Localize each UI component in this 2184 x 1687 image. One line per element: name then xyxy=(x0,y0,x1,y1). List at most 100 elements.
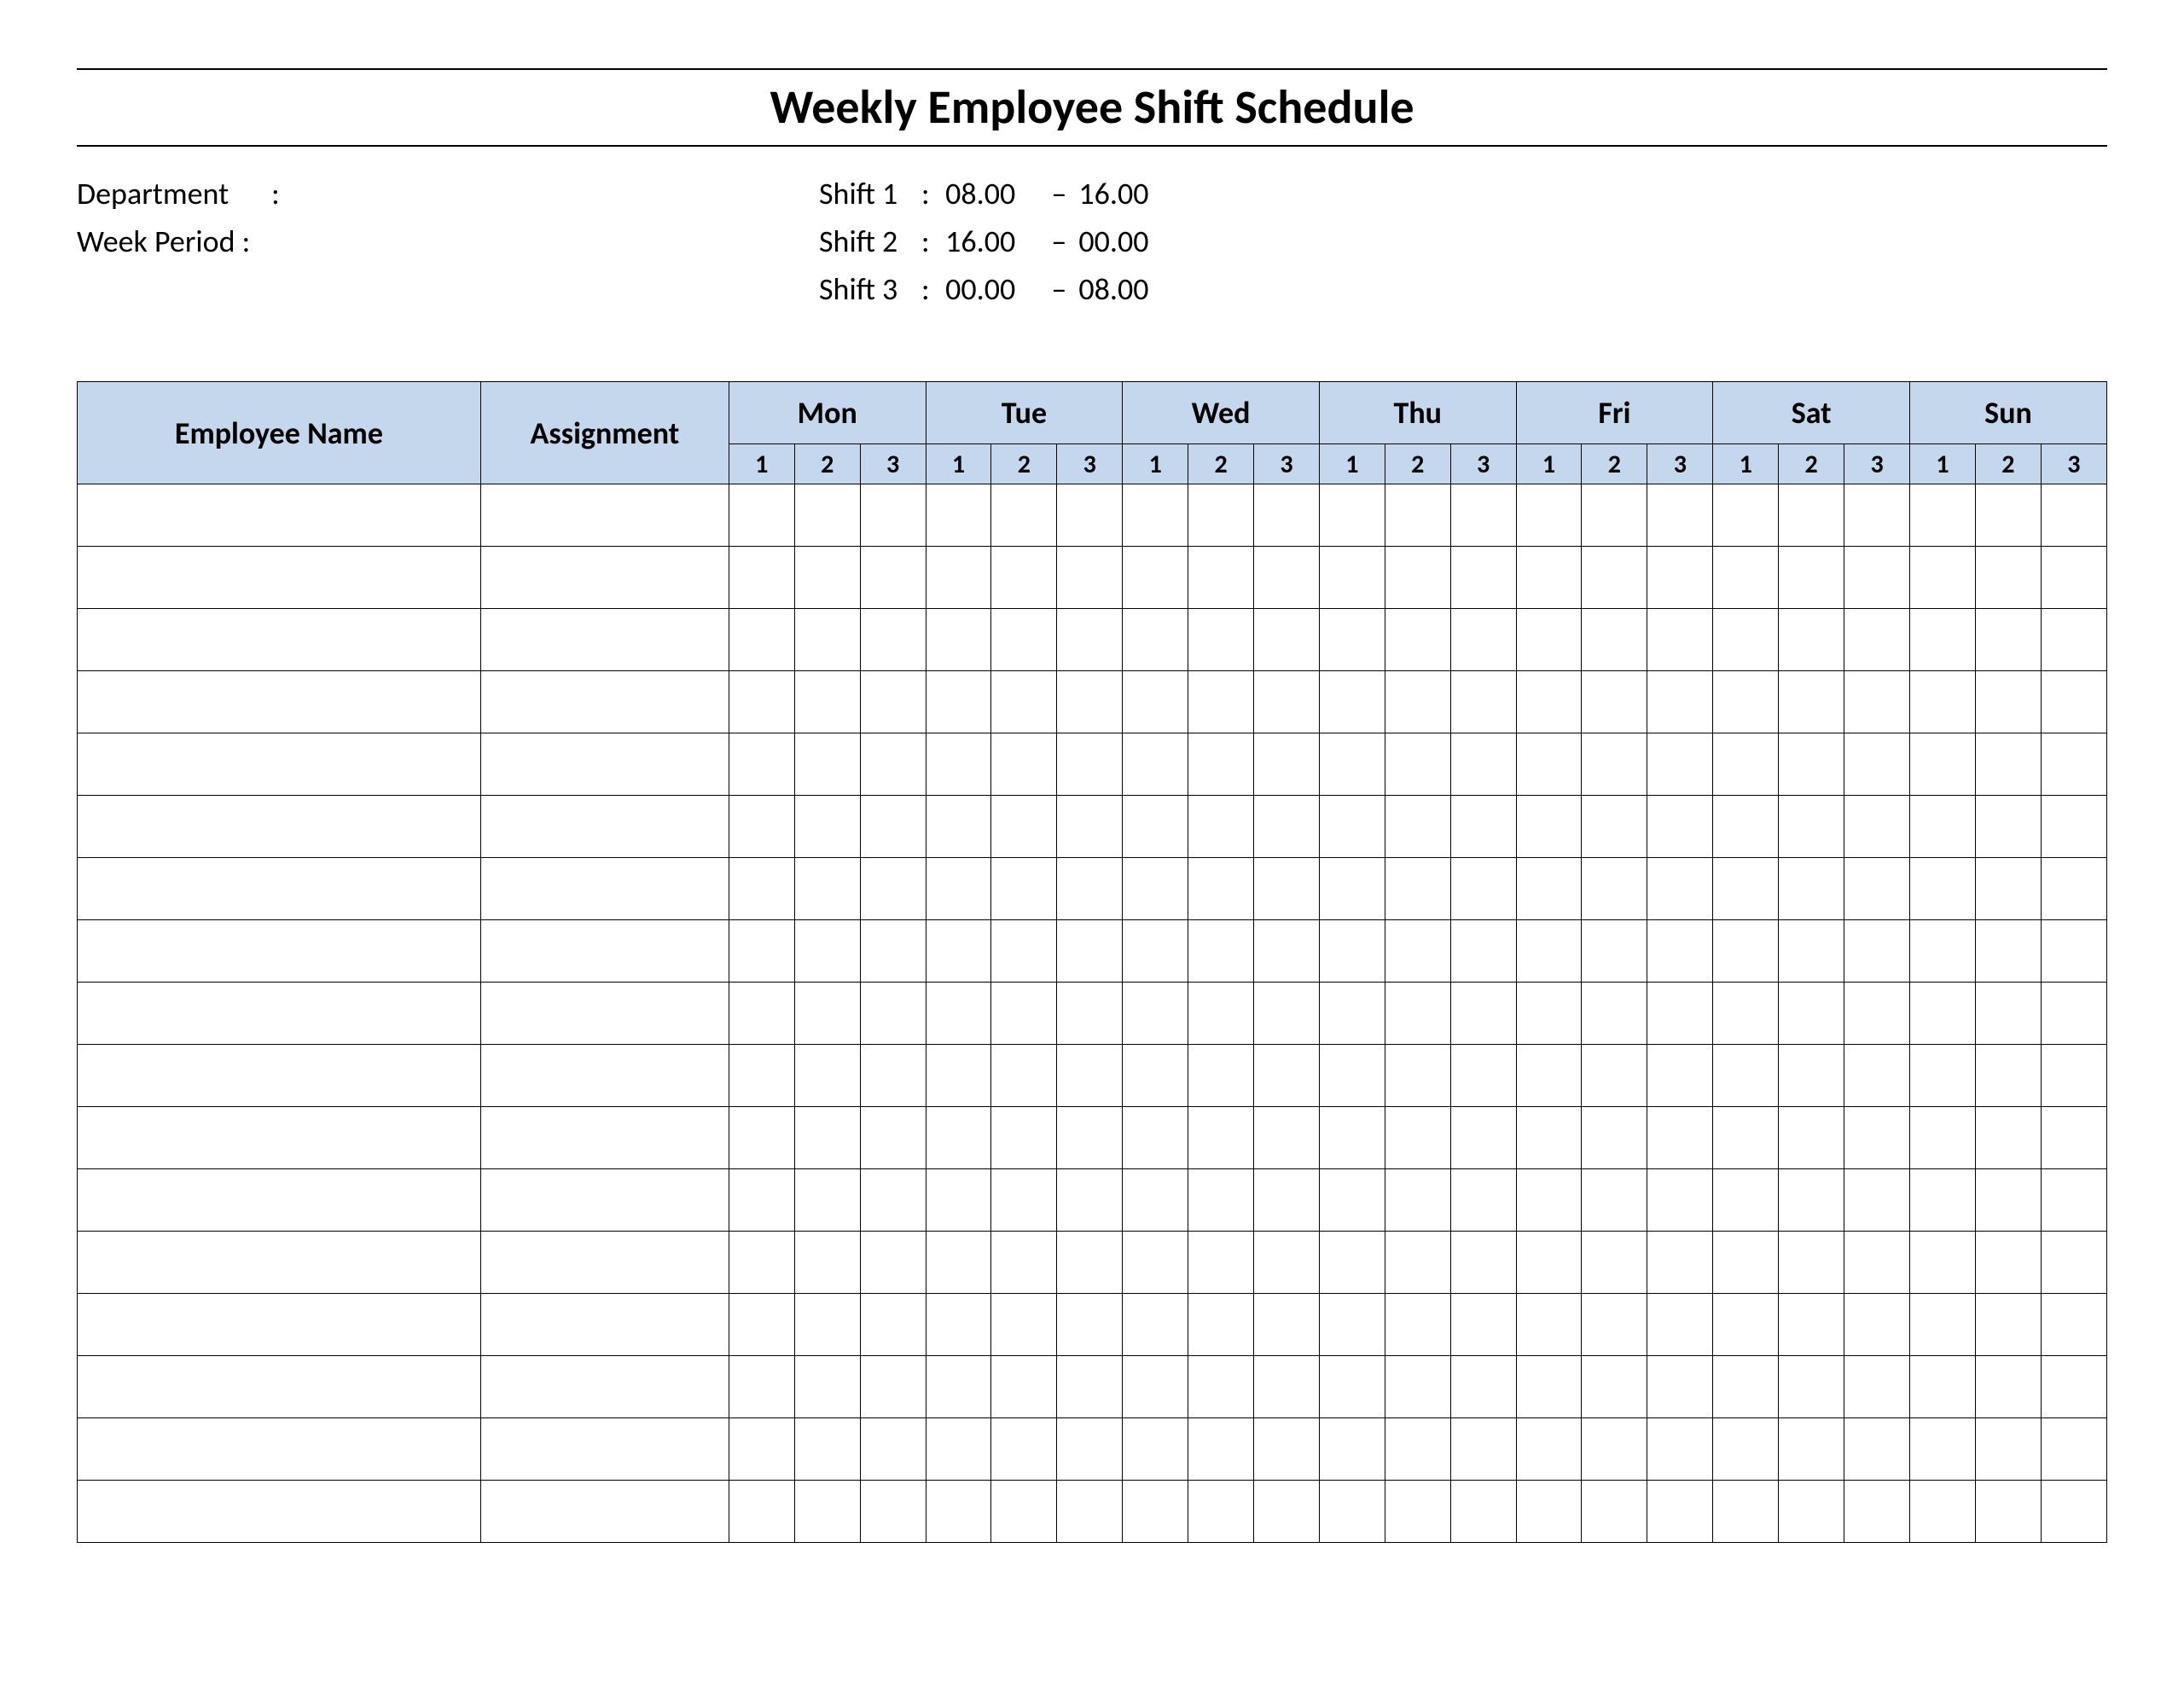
cell-shift xyxy=(1975,609,2041,671)
cell-shift xyxy=(1254,1169,1320,1232)
cell-shift xyxy=(1647,733,1713,796)
cell-shift xyxy=(1647,983,1713,1045)
cell-shift xyxy=(794,1045,860,1107)
cell-shift xyxy=(729,983,794,1045)
cell-shift xyxy=(860,609,926,671)
cell-shift xyxy=(1188,547,1254,609)
cell-shift xyxy=(991,1418,1057,1481)
cell-employee-name xyxy=(78,1169,481,1232)
cell-shift xyxy=(1647,1481,1713,1543)
cell-shift xyxy=(1385,484,1450,547)
cell-shift xyxy=(1582,920,1647,983)
cell-shift xyxy=(1910,858,1976,920)
cell-shift xyxy=(1844,733,1910,796)
cell-shift xyxy=(991,796,1057,858)
cell-shift xyxy=(1975,1232,2041,1294)
cell-assignment xyxy=(480,1169,729,1232)
cell-shift xyxy=(1123,1169,1188,1232)
cell-shift xyxy=(1123,858,1188,920)
cell-shift xyxy=(1319,484,1385,547)
cell-shift xyxy=(1123,1294,1188,1356)
shift-3-label: Shift 3 xyxy=(819,266,921,314)
cell-shift xyxy=(2041,858,2106,920)
cell-shift xyxy=(1516,1294,1582,1356)
cell-shift xyxy=(926,484,991,547)
cell-shift xyxy=(860,671,926,733)
cell-shift xyxy=(729,858,794,920)
cell-shift xyxy=(1779,1294,1844,1356)
cell-shift xyxy=(926,983,991,1045)
cell-shift xyxy=(1647,1356,1713,1418)
cell-shift xyxy=(2041,1107,2106,1169)
cell-shift xyxy=(1385,1481,1450,1543)
cell-shift xyxy=(1779,484,1844,547)
header-shift-number: 3 xyxy=(1254,444,1320,484)
cell-shift xyxy=(729,920,794,983)
cell-assignment xyxy=(480,1232,729,1294)
cell-shift xyxy=(1975,1045,2041,1107)
cell-shift xyxy=(1123,609,1188,671)
table-row xyxy=(78,671,2107,733)
cell-shift xyxy=(1779,1107,1844,1169)
cell-shift xyxy=(991,1356,1057,1418)
cell-shift xyxy=(1844,1294,1910,1356)
cell-shift xyxy=(1582,1418,1647,1481)
table-row xyxy=(78,1045,2107,1107)
cell-shift xyxy=(1647,547,1713,609)
cell-shift xyxy=(1975,1481,2041,1543)
cell-shift xyxy=(926,1481,991,1543)
cell-shift xyxy=(1254,1418,1320,1481)
cell-assignment xyxy=(480,1045,729,1107)
cell-shift xyxy=(2041,733,2106,796)
cell-shift xyxy=(1975,733,2041,796)
cell-shift xyxy=(926,547,991,609)
cell-employee-name xyxy=(78,609,481,671)
cell-shift xyxy=(1385,1356,1450,1418)
cell-shift xyxy=(1188,484,1254,547)
cell-shift xyxy=(1582,1232,1647,1294)
shift-3-end: 08.00 xyxy=(1078,266,1164,314)
cell-shift xyxy=(1385,733,1450,796)
header-shift-number: 3 xyxy=(860,444,926,484)
cell-shift xyxy=(1254,733,1320,796)
cell-assignment xyxy=(480,671,729,733)
shift-2-end: 00.00 xyxy=(1078,218,1164,266)
header-shift-number: 1 xyxy=(729,444,794,484)
cell-shift xyxy=(1844,609,1910,671)
cell-shift xyxy=(729,1294,794,1356)
cell-shift xyxy=(926,796,991,858)
cell-shift xyxy=(1582,1481,1647,1543)
cell-shift xyxy=(794,1294,860,1356)
cell-shift xyxy=(1779,1356,1844,1418)
header-shift-number: 3 xyxy=(1647,444,1713,484)
meta-right: Shift 1: 08.00 – 16.00 Shift 2: 16.00 – … xyxy=(819,171,2107,313)
cell-shift xyxy=(1254,1045,1320,1107)
shift-3-line: Shift 3: 00.00 – 08.00 xyxy=(819,266,2107,314)
cell-employee-name xyxy=(78,1481,481,1543)
cell-shift xyxy=(1057,609,1123,671)
cell-shift xyxy=(1975,671,2041,733)
cell-shift xyxy=(1450,1107,1516,1169)
cell-shift xyxy=(1123,671,1188,733)
cell-shift xyxy=(1254,1481,1320,1543)
cell-shift xyxy=(729,547,794,609)
cell-shift xyxy=(1910,1107,1976,1169)
cell-shift xyxy=(1647,796,1713,858)
meta-section: Department : Week Period : Shift 1: 08.0… xyxy=(77,171,2107,313)
cell-assignment xyxy=(480,547,729,609)
cell-shift xyxy=(1844,1045,1910,1107)
cell-shift xyxy=(1450,1294,1516,1356)
cell-assignment xyxy=(480,983,729,1045)
cell-shift xyxy=(1582,547,1647,609)
cell-shift xyxy=(1516,920,1582,983)
cell-shift xyxy=(1713,1045,1779,1107)
header-shift-number: 2 xyxy=(1975,444,2041,484)
cell-shift xyxy=(1385,609,1450,671)
cell-employee-name xyxy=(78,920,481,983)
cell-shift xyxy=(1123,547,1188,609)
cell-shift xyxy=(1910,1169,1976,1232)
cell-shift xyxy=(1057,1418,1123,1481)
cell-shift xyxy=(1450,1232,1516,1294)
shift-2-line: Shift 2: 16.00 – 00.00 xyxy=(819,218,2107,266)
cell-shift xyxy=(991,547,1057,609)
